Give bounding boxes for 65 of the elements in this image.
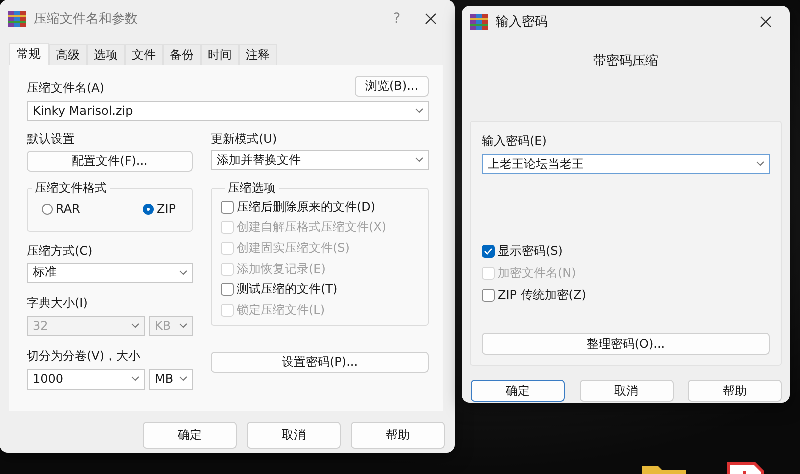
window-title: 压缩文件名和参数 <box>34 11 139 28</box>
chevron-icon <box>131 322 140 329</box>
dropdown[interactable]: Kinky Marisol.zip <box>27 101 429 121</box>
field-label: 字典大小(I) <box>27 294 89 312</box>
tab[interactable]: 时间 <box>201 44 239 65</box>
checkbox[interactable] <box>221 200 234 214</box>
field-label: 默认设置 <box>27 131 76 148</box>
tab[interactable]: 文件 <box>125 44 163 65</box>
dialog-button[interactable]: 帮助 <box>688 380 782 402</box>
dialog-button[interactable]: 取消 <box>580 380 674 402</box>
radio-label: ZIP <box>157 202 176 216</box>
stacked-books-icon <box>470 14 488 30</box>
browse-button[interactable]: 浏览(B)... <box>355 76 429 97</box>
tab[interactable]: 注释 <box>239 44 277 65</box>
tab[interactable]: 备份 <box>163 44 201 65</box>
dialog-button[interactable]: 确定 <box>143 422 237 449</box>
dropdown[interactable]: MB <box>149 368 193 390</box>
dropdown[interactable]: 添加并替换文件 <box>211 150 429 170</box>
stacked-books-icon <box>8 11 26 27</box>
chevron-icon <box>179 270 188 276</box>
field-label: 压缩文件名(A) <box>27 80 105 97</box>
field-label: 更新模式(U) <box>211 131 278 148</box>
check-icon <box>484 248 493 254</box>
checkbox-label: ZIP 传统加密(Z) <box>498 286 586 304</box>
tab[interactable]: 高级 <box>49 44 87 65</box>
radio-label: RAR <box>56 202 80 216</box>
dropdown[interactable]: 标准 <box>27 262 193 283</box>
checkbox-label: 压缩后删除原来的文件(D) <box>237 198 376 216</box>
checkbox-label: 显示密码(S) <box>498 242 563 260</box>
close-icon[interactable] <box>760 16 772 28</box>
checkbox-label: 创建自解压格式压缩文件(X) <box>237 219 387 236</box>
chevron-icon <box>179 322 188 329</box>
set-password-button[interactable]: 设置密码(P)... <box>211 352 429 373</box>
close-icon[interactable] <box>425 13 437 25</box>
chevron-icon <box>415 108 424 114</box>
field-label: 压缩方式(C) <box>27 242 94 260</box>
checkbox-label: 测试压缩的文件(T) <box>237 281 338 298</box>
dropdown[interactable]: 1000 <box>27 368 145 390</box>
checkbox[interactable] <box>482 288 495 302</box>
group-title: 压缩文件格式 <box>34 180 108 197</box>
chevron-icon <box>415 157 424 163</box>
checkbox[interactable] <box>221 283 234 296</box>
chevron-icon <box>756 161 765 167</box>
chevron-icon <box>179 376 188 382</box>
organize-passwords-button[interactable]: 整理密码(O)... <box>482 333 770 355</box>
dialog-heading: 带密码压缩 <box>592 53 660 70</box>
dropdown[interactable]: 上老王论坛当老王 <box>482 154 770 174</box>
dialog-button[interactable]: 确定 <box>471 380 565 402</box>
dialog-button[interactable]: 取消 <box>247 422 341 449</box>
radio-button[interactable] <box>42 204 53 215</box>
profiles-button[interactable]: 配置文件(F)... <box>27 151 193 172</box>
radio-button[interactable] <box>143 204 154 215</box>
field-label: 切分为分卷(V)，大小 <box>27 348 142 365</box>
group-title: 压缩选项 <box>227 180 277 197</box>
dialog-button[interactable]: 帮助 <box>351 422 445 449</box>
chevron-icon <box>131 376 140 382</box>
checkbox[interactable] <box>482 244 495 258</box>
field-label: 输入密码(E) <box>482 133 548 150</box>
checkbox-label: 锁定压缩文件(L) <box>237 302 326 319</box>
tab[interactable]: 常规 <box>9 43 49 65</box>
tab[interactable]: 选项 <box>87 44 125 65</box>
checkbox-label: 加密文件名(N) <box>498 264 576 282</box>
checkbox-label: 创建固实压缩文件(S) <box>237 240 350 257</box>
window-title: 输入密码 <box>496 14 549 31</box>
checkbox-label: 添加恢复记录(E) <box>237 260 326 278</box>
